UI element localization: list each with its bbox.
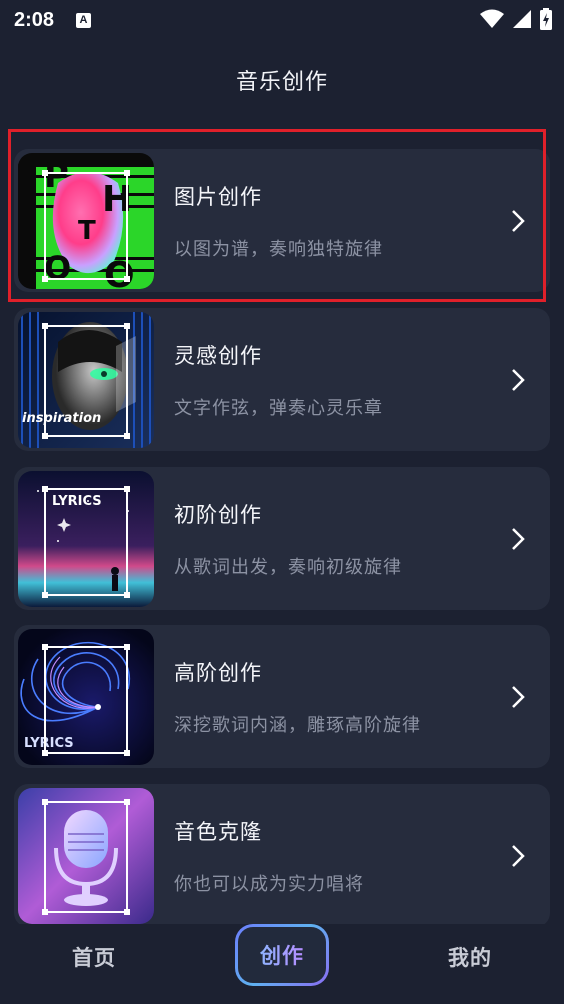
chevron-right-icon[interactable] [498,519,538,559]
card-subtitle: 深挖歌词内涵，雕琢高阶旋律 [174,714,421,736]
thumb-label: LYRICS [52,494,102,509]
inspiration-thumbnail-icon: inspiration [18,311,154,448]
signal-icon [513,10,531,28]
nav-create-label: 创作 [260,940,304,970]
thumb-letter: T [78,216,96,246]
battery-icon [540,8,552,30]
status-icons [480,8,552,30]
card-subtitle: 你也可以成为实力唱将 [174,873,364,895]
nav-create[interactable]: 创作 [235,924,329,986]
photo-thumbnail-icon: P H T O O [18,152,154,289]
chevron-right-icon[interactable] [498,677,538,717]
chevron-right-icon[interactable] [498,201,538,241]
lyrics-thumbnail-icon: LYRICS [18,470,154,607]
card-beginner-creation[interactable]: LYRICS 初阶创作 从歌词出发，奏响初级旋律 [14,467,550,610]
thumb-label: inspiration [22,411,101,426]
card-advanced-creation[interactable]: LYRICS 高阶创作 深挖歌词内涵，雕琢高阶旋律 [14,625,550,768]
thumb-letter: O [104,255,135,289]
nav-home[interactable]: 首页 [72,942,116,972]
card-subtitle: 文字作弦，弹奏心灵乐章 [174,397,383,419]
wifi-icon [480,9,504,28]
thumb-label: LYRICS [24,736,74,751]
card-inspiration-creation[interactable]: inspiration 灵感创作 文字作弦，弹奏心灵乐章 [14,308,550,451]
card-subtitle: 从歌词出发，奏响初级旋律 [174,556,402,578]
card-subtitle: 以图为谱，奏响独特旋律 [174,238,383,260]
card-title: 高阶创作 [174,660,262,685]
chevron-right-icon[interactable] [498,360,538,400]
card-title: 音色克隆 [174,819,262,844]
swirl-thumbnail-icon: LYRICS [18,628,154,765]
status-time: 2:08 [14,8,55,31]
nav-mine[interactable]: 我的 [448,942,492,972]
page-title: 音乐创作 [235,70,328,95]
bottom-nav: 首页 创作 我的 [0,924,564,1004]
chevron-right-icon[interactable] [498,836,538,876]
card-photo-creation[interactable]: P H T O O 图片创作 以图为谱，奏响独特旋律 [14,149,550,292]
microphone-thumbnail-icon [18,787,154,924]
card-title: 初阶创作 [174,502,262,527]
thumb-letter: O [44,249,71,287]
notification-icon: A [76,12,92,28]
card-title: 图片创作 [174,184,262,209]
status-bar: 2:08 A [0,0,564,40]
card-title: 灵感创作 [174,343,262,368]
card-voice-clone[interactable]: 音色克隆 你也可以成为实力唱将 [14,784,550,927]
